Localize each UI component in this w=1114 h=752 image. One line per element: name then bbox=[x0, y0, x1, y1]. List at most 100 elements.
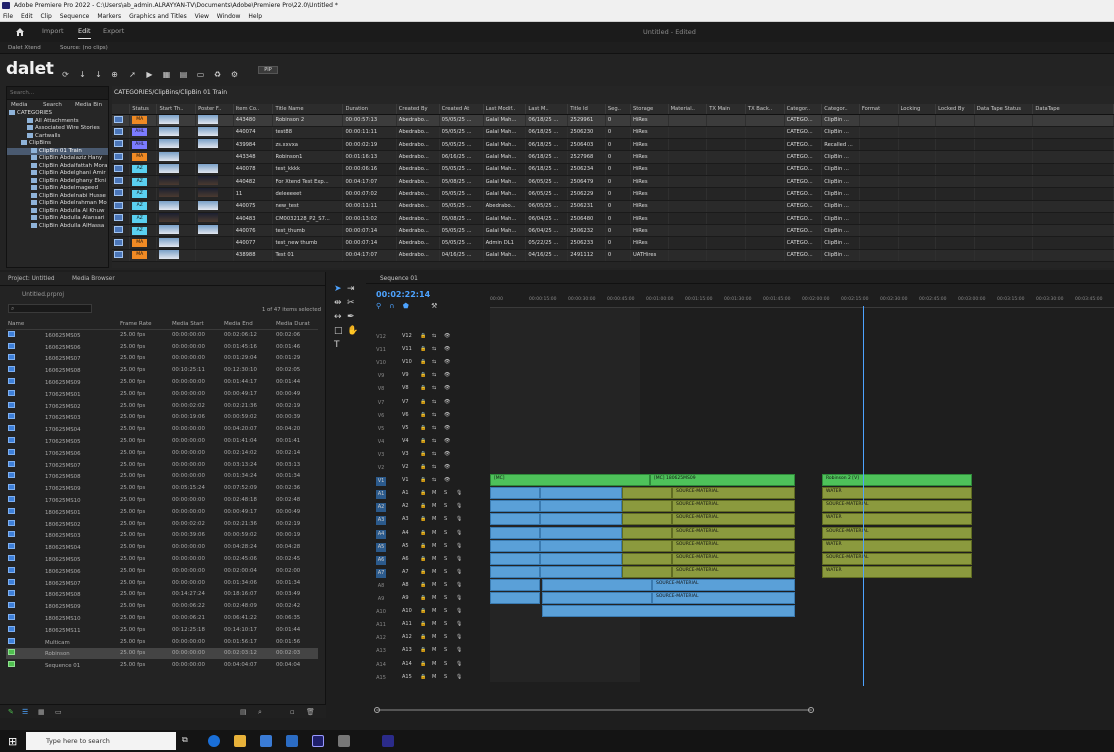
freeform-icon[interactable]: ▭ bbox=[55, 708, 62, 716]
table-row[interactable]: MA 440077 test_new thumb 00:00:07:14 Abedrab… bbox=[112, 236, 1114, 250]
tab-import[interactable]: Import bbox=[42, 27, 64, 35]
tree-item[interactable]: ClipBin Abdelnabi Husse bbox=[7, 192, 108, 201]
audio-clip[interactable]: SOURCE-MATERIAL bbox=[822, 552, 972, 565]
audio-clip[interactable] bbox=[622, 513, 672, 526]
type-tool-icon[interactable]: T bbox=[334, 340, 340, 350]
app-taskbar-icon[interactable] bbox=[338, 735, 350, 747]
audio-clip[interactable] bbox=[540, 565, 622, 578]
project-row[interactable]: 160625MS07 25.00 fps 00:00:00:00 00:01:29:0… bbox=[6, 353, 318, 365]
table-row[interactable]: AHL 439984 zs.xxvxa 00:00:02:19 Abedrabo... 0… bbox=[112, 138, 1114, 152]
audio-clip[interactable]: SOURCE-MATERIAL bbox=[672, 526, 795, 539]
audio-clip[interactable] bbox=[622, 539, 672, 552]
audio-clip[interactable]: SOURCE-MATERIAL bbox=[672, 500, 795, 513]
media-encoder-icon[interactable] bbox=[382, 735, 394, 747]
rectangle-icon[interactable]: □ bbox=[334, 326, 343, 336]
table-row[interactable]: AZ 440483 CM0032128_P2_S7... 00:00:13:02 Abe… bbox=[112, 212, 1114, 226]
audio-clip[interactable] bbox=[490, 526, 540, 539]
tree-item[interactable]: ClipBin Abdulla Alansari bbox=[7, 215, 108, 223]
icon-view-icon[interactable]: ▦ bbox=[38, 708, 45, 716]
pencil-icon[interactable]: ✎ bbox=[8, 708, 14, 716]
share-icon[interactable]: ♻ bbox=[213, 70, 222, 79]
new-item-icon[interactable]: ▫ bbox=[290, 708, 295, 716]
audio-clip[interactable] bbox=[490, 565, 540, 578]
table-row[interactable]: AZ 11 deleeeeet 00:00:07:02 Abedrabo... 05/05… bbox=[112, 187, 1114, 201]
audio-clip[interactable] bbox=[490, 513, 540, 526]
tree-search-input[interactable]: Search... bbox=[7, 87, 108, 100]
audio-clip[interactable] bbox=[622, 500, 672, 513]
audio-clip[interactable]: SOURCE-MATERIAL bbox=[672, 487, 795, 500]
table-row[interactable]: AZ 440075 new_test 00:00:11:11 Abedrabo... 05… bbox=[112, 200, 1114, 213]
audio-clip[interactable]: SOURCE-MATERIAL bbox=[822, 500, 972, 513]
column-header[interactable]: Locking bbox=[898, 104, 937, 115]
column-header[interactable]: Start Th.. bbox=[156, 104, 197, 115]
project-row[interactable]: Sequence 01 25.00 fps 00:00:00:00 00:04:04:… bbox=[6, 659, 318, 671]
project-row[interactable]: 180625MS08 25.00 fps 00:14:27:24 00:18:16:0… bbox=[6, 589, 318, 601]
project-row[interactable]: 170625MS08 25.00 fps 00:00:00:00 00:01:34:2… bbox=[6, 471, 318, 483]
pip-button[interactable]: PIP bbox=[258, 66, 278, 74]
tree-item[interactable]: ClipBin Abdelghany Ekni bbox=[7, 177, 108, 186]
tab-media[interactable]: Media bbox=[11, 102, 28, 108]
tree-item[interactable]: ClipBin Abdulla Al Khuw bbox=[7, 207, 108, 216]
audio-clip[interactable]: SOURCE-MATERIAL bbox=[822, 526, 972, 539]
column-header[interactable]: Poster F.. bbox=[195, 104, 234, 115]
audio-clip[interactable] bbox=[490, 578, 540, 591]
column-header[interactable]: Duration bbox=[342, 104, 397, 115]
project-row[interactable]: 180625MS04 25.00 fps 00:00:00:00 00:04:28:2… bbox=[6, 541, 318, 553]
play-icon[interactable]: ▶ bbox=[145, 70, 154, 79]
column-header[interactable]: Material.. bbox=[668, 104, 708, 115]
project-row[interactable]: 160625MS06 25.00 fps 00:00:00:00 00:01:45:1… bbox=[6, 341, 318, 353]
project-row[interactable]: 170625MS06 25.00 fps 00:00:00:00 00:02:14:0… bbox=[6, 447, 318, 459]
project-row[interactable]: 170625MS01 25.00 fps 00:00:00:00 00:00:49:1… bbox=[6, 388, 318, 400]
track-select-icon[interactable]: ⇥ bbox=[347, 284, 355, 294]
project-search-input[interactable]: ⌕ bbox=[8, 304, 92, 313]
mail-icon[interactable] bbox=[286, 735, 298, 747]
tab-project[interactable]: Project: Untitled bbox=[8, 276, 55, 282]
menu-file[interactable]: File bbox=[0, 11, 16, 22]
column-header[interactable]: Created By bbox=[396, 104, 440, 115]
project-column-header[interactable]: Media Durat bbox=[274, 320, 318, 330]
razor-icon[interactable]: ✂ bbox=[347, 298, 355, 308]
menu-clip[interactable]: Clip bbox=[38, 11, 55, 22]
table-row[interactable]: MA 443348 Robinson1 00:01:16:13 Abedrabo... 0… bbox=[112, 150, 1114, 164]
settings-icon[interactable]: ⚙ bbox=[230, 70, 239, 79]
audio-clip[interactable] bbox=[540, 539, 622, 552]
column-header[interactable]: Seg.. bbox=[605, 104, 631, 115]
arrow-down-alt-icon[interactable]: ↓ bbox=[94, 70, 103, 79]
table-row[interactable]: AHL 440074 test88 00:00:11:11 Abedrabo... 05/… bbox=[112, 126, 1114, 140]
audio-clip[interactable]: WATER bbox=[822, 513, 972, 526]
project-row[interactable]: 180625MS07 25.00 fps 00:00:00:00 00:01:34:0… bbox=[6, 577, 318, 589]
premiere-taskbar-icon[interactable] bbox=[312, 735, 324, 747]
audio-clip[interactable] bbox=[542, 605, 795, 618]
table-row[interactable]: AZ 440076 test_thumb 00:00:07:14 Abedrabo...… bbox=[112, 224, 1114, 238]
column-header[interactable]: Last M.. bbox=[525, 104, 569, 115]
ripple-edit-icon[interactable]: ⇹ bbox=[334, 298, 342, 308]
column-header[interactable]: TX Main bbox=[706, 104, 746, 115]
audio-clip[interactable] bbox=[540, 526, 622, 539]
timeline-scrollbar[interactable] bbox=[374, 706, 1114, 714]
slip-icon[interactable]: ↔ bbox=[334, 312, 342, 322]
tab-edit[interactable]: Edit bbox=[78, 27, 91, 39]
column-header[interactable]: TX Back.. bbox=[745, 104, 785, 115]
pen-icon[interactable]: ✒ bbox=[347, 312, 355, 322]
tree-item[interactable]: Cartwalls bbox=[7, 132, 108, 141]
audio-clip[interactable] bbox=[490, 500, 540, 513]
video-clip[interactable]: [MC] 180625MS09 bbox=[650, 474, 795, 487]
selection-tool-icon[interactable]: ➤ bbox=[334, 284, 342, 294]
column-header[interactable]: Categor.. bbox=[784, 104, 823, 115]
project-row[interactable]: 170625MS05 25.00 fps 00:00:00:00 00:01:41:0… bbox=[6, 435, 318, 447]
menu-sequence[interactable]: Sequence bbox=[57, 11, 93, 22]
project-row[interactable]: Robinson 25.00 fps 00:00:00:00 00:02:03:12 0… bbox=[6, 647, 318, 660]
audio-clip[interactable] bbox=[622, 565, 672, 578]
project-row[interactable]: 170625MS10 25.00 fps 00:00:00:00 00:02:48:1… bbox=[6, 494, 318, 506]
table-row[interactable]: MA 443480 Robinson 2 00:00:57:13 Abedrabo...… bbox=[112, 114, 1114, 127]
menu-edit[interactable]: Edit bbox=[18, 11, 36, 22]
project-row[interactable]: 160625MS08 25.00 fps 00:10:25:11 00:12:30:1… bbox=[6, 364, 318, 376]
audio-clip[interactable]: WATER bbox=[822, 539, 972, 552]
audio-clip[interactable]: WATER bbox=[822, 565, 972, 578]
tree-item[interactable]: ClipBin Abdalfattah Mora bbox=[7, 162, 108, 171]
hand-icon[interactable]: ✋ bbox=[347, 326, 358, 336]
project-row[interactable]: 170625MS03 25.00 fps 00:00:19:06 00:00:59:0… bbox=[6, 412, 318, 424]
audio-clip[interactable] bbox=[542, 592, 652, 604]
tab-media-bin[interactable]: Media Bin bbox=[75, 102, 102, 108]
video-clip[interactable]: [MC] bbox=[490, 474, 650, 487]
